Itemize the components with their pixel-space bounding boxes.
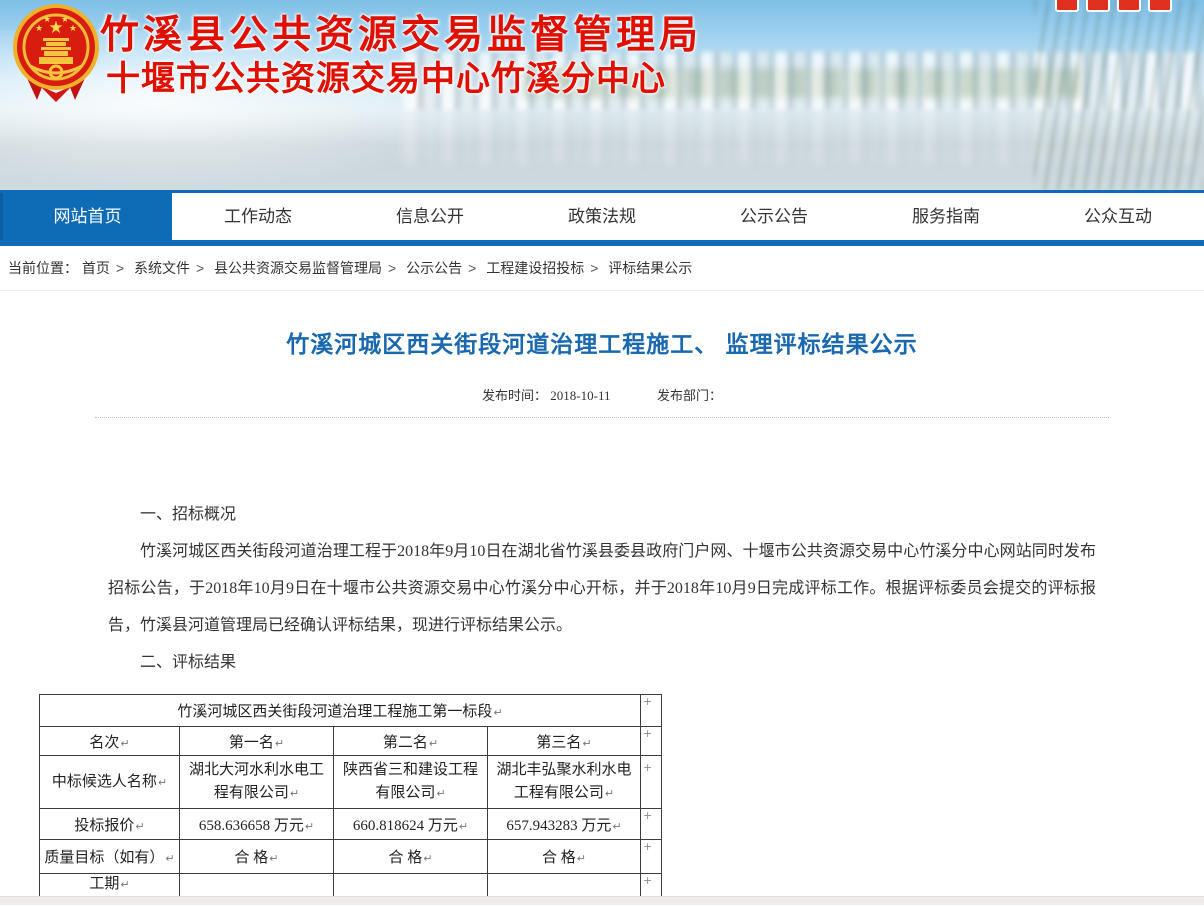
- nav-bottom-bar: [0, 240, 1204, 246]
- svg-text:★: ★: [43, 14, 51, 24]
- word-paragraph-mark: ↵: [120, 878, 129, 891]
- section2-heading: 二、评标结果: [108, 644, 1096, 681]
- breadcrumb-item-current: 评标结果公示: [608, 260, 692, 276]
- nav-item-home[interactable]: 网站首页: [0, 193, 172, 240]
- word-rowend-mark: +: [641, 840, 662, 874]
- col-header-second: 第二名↵: [383, 735, 438, 751]
- cell-value: 陕西省三和建设工程有限公司↵: [343, 762, 478, 801]
- table-row-quality: 质量目标（如有）↵ 合 格↵ 合 格↵ 合 格↵ +: [40, 840, 662, 874]
- word-paragraph-mark: ↵: [120, 737, 129, 750]
- word-paragraph-mark: ↵: [165, 852, 174, 865]
- word-rowend-mark: +: [641, 756, 662, 809]
- nav-item-notices[interactable]: 公示公告: [688, 193, 860, 240]
- bid-result-table-wrap: 竹溪河城区西关街段河道治理工程施工第一标段↵ + 名次↵ 第一名↵ 第二名↵ 第…: [39, 694, 1204, 905]
- cell-value: 湖北丰弘聚水利水电工程有限公司↵: [496, 762, 631, 801]
- main-nav: 网站首页 工作动态 信息公开 政策法规 公示公告 服务指南 公众互动: [0, 190, 1204, 246]
- section1-heading: 一、招标概况: [108, 496, 1096, 533]
- dotted-divider: [95, 417, 1109, 418]
- breadcrumb-separator: >: [116, 260, 124, 276]
- col-header-first: 第一名↵: [229, 735, 284, 751]
- word-paragraph-mark: ↵: [605, 787, 614, 800]
- table-row-candidates: 中标候选人名称↵ 湖北大河水利水电工程有限公司↵ 陕西省三和建设工程有限公司↵ …: [40, 756, 662, 809]
- breadcrumb-separator: >: [468, 260, 476, 276]
- word-paragraph-mark: ↵: [269, 852, 278, 865]
- nav-item-news[interactable]: 工作动态: [172, 193, 344, 240]
- site-header: ★ ★ ★ ★ ★ 竹溪县公共资源交易监督管理局 十堰市公共资源交易中心竹溪分中…: [0, 0, 1204, 190]
- svg-text:★: ★: [69, 23, 77, 33]
- cell-value: 657.943283 万元↵: [506, 818, 621, 834]
- page-bottom-strip: [0, 896, 1204, 905]
- cell-value: 湖北大河水利水电工程有限公司↵: [189, 762, 324, 801]
- breadcrumb-separator: >: [388, 260, 396, 276]
- breadcrumb-item-home[interactable]: 首页: [82, 260, 110, 276]
- word-paragraph-mark: ↵: [290, 787, 299, 800]
- breadcrumb-location-label: 当前位置：: [8, 260, 78, 276]
- nav-item-info[interactable]: 信息公开: [344, 193, 516, 240]
- nav-list: 网站首页 工作动态 信息公开 政策法规 公示公告 服务指南 公众互动: [0, 193, 1204, 240]
- word-paragraph-mark: ↵: [459, 820, 468, 833]
- svg-text:★: ★: [61, 14, 69, 24]
- cell-value: 660.818624 万元↵: [353, 818, 468, 834]
- word-paragraph-mark: ↵: [135, 820, 144, 833]
- header-photo-willow: [1034, 0, 1204, 190]
- breadcrumb-item-files[interactable]: 系统文件: [134, 260, 190, 276]
- china-national-emblem-icon: ★ ★ ★ ★ ★: [10, 2, 102, 106]
- nav-item-guide[interactable]: 服务指南: [860, 193, 1032, 240]
- publish-time-label: 发布时间：: [482, 388, 547, 403]
- word-paragraph-mark: ↵: [305, 820, 314, 833]
- word-paragraph-mark: ↵: [423, 852, 432, 865]
- word-paragraph-mark: ↵: [275, 737, 284, 750]
- breadcrumb-item-bureau[interactable]: 县公共资源交易监督管理局: [214, 260, 382, 276]
- word-paragraph-mark: ↵: [612, 820, 621, 833]
- article-title: 竹溪河城区西关街段河道治理工程施工、 监理评标结果公示: [0, 325, 1204, 359]
- breadcrumb-item-bidding[interactable]: 工程建设招投标: [486, 260, 584, 276]
- word-rowend-mark: +: [641, 809, 662, 840]
- nav-item-policy[interactable]: 政策法规: [516, 193, 688, 240]
- col-header-third: 第三名↵: [536, 735, 591, 751]
- word-paragraph-mark: ↵: [493, 706, 502, 719]
- row-label: 质量目标（如有）↵: [44, 850, 174, 866]
- word-paragraph-mark: ↵: [577, 852, 586, 865]
- cell-value: 合 格↵: [235, 850, 279, 866]
- word-paragraph-mark: ↵: [158, 776, 167, 789]
- breadcrumb-item-notices[interactable]: 公示公告: [406, 260, 462, 276]
- breadcrumb-separator: >: [590, 260, 598, 276]
- table-caption: 竹溪河城区西关街段河道治理工程施工第一标段↵: [177, 704, 502, 720]
- publish-line: 发布时间： 2018-10-11 发布部门：: [0, 385, 1204, 404]
- page: ★ ★ ★ ★ ★ 竹溪县公共资源交易监督管理局 十堰市公共资源交易中心竹溪分中…: [0, 0, 1204, 905]
- word-paragraph-mark: ↵: [436, 787, 445, 800]
- publish-time-value: 2018-10-11: [550, 388, 610, 403]
- table-row-header: 名次↵ 第一名↵ 第二名↵ 第三名↵ +: [40, 727, 662, 756]
- cell-value: 合 格↵: [542, 850, 586, 866]
- col-header-rank: 名次↵: [89, 735, 129, 751]
- word-rowend-mark: +: [641, 695, 662, 727]
- cell-value: 658.636658 万元↵: [199, 818, 314, 834]
- cell-value: 合 格↵: [389, 850, 433, 866]
- publish-dept-label: 发布部门：: [657, 388, 722, 403]
- row-label-line1: 工期↵: [42, 874, 177, 895]
- breadcrumb-separator: >: [196, 260, 204, 276]
- table-row-caption: 竹溪河城区西关街段河道治理工程施工第一标段↵ +: [40, 695, 662, 727]
- cropped-photo-caption: [1055, 0, 1172, 12]
- article: 竹溪河城区西关街段河道治理工程施工、 监理评标结果公示 发布时间： 2018-1…: [0, 325, 1204, 905]
- nav-item-interact[interactable]: 公众互动: [1032, 193, 1204, 240]
- word-paragraph-mark: ↵: [582, 737, 591, 750]
- table-row-price: 投标报价↵ 658.636658 万元↵ 660.818624 万元↵ 657.…: [40, 809, 662, 840]
- word-rowend-mark: +: [641, 727, 662, 756]
- article-body: 一、招标概况 竹溪河城区西关街段河道治理工程于2018年9月10日在湖北省竹溪县…: [108, 496, 1096, 681]
- org-title-line2: 十堰市公共资源交易中心竹溪分中心: [106, 51, 666, 100]
- row-label: 投标报价↵: [74, 818, 144, 834]
- bid-result-table: 竹溪河城区西关街段河道治理工程施工第一标段↵ + 名次↵ 第一名↵ 第二名↵ 第…: [39, 694, 662, 905]
- header-photo-water-reflection: [404, 112, 1204, 164]
- row-label: 中标候选人名称↵: [52, 774, 167, 790]
- section1-paragraph: 竹溪河城区西关街段河道治理工程于2018年9月10日在湖北省竹溪县委县政府门户网…: [108, 533, 1096, 644]
- breadcrumb: 当前位置： 首页 > 系统文件 > 县公共资源交易监督管理局 > 公示公告 > 工程建设…: [0, 246, 1204, 291]
- svg-text:★: ★: [35, 23, 43, 33]
- word-paragraph-mark: ↵: [429, 737, 438, 750]
